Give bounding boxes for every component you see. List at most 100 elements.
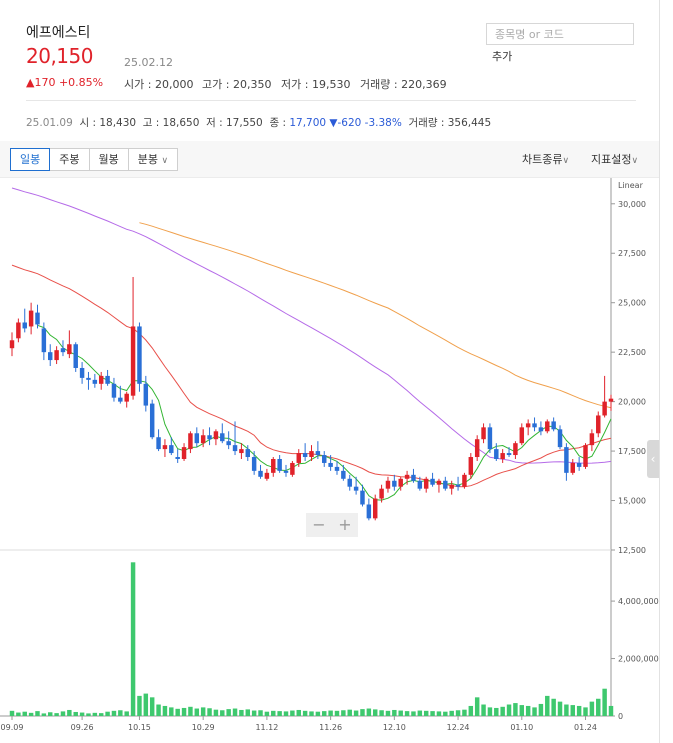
volume-bar [194, 708, 200, 716]
volume-bar [596, 698, 601, 716]
tab-weekly[interactable]: 주봉 [49, 148, 90, 171]
candle-body [589, 433, 595, 446]
high-price: 고가 : 20,350 [202, 78, 272, 91]
candle-body [35, 312, 40, 325]
add-button[interactable]: 추가 [492, 48, 512, 64]
volume-bar [525, 705, 531, 716]
candle-body [200, 435, 206, 444]
volume-bar [226, 709, 231, 716]
candle-body [538, 427, 544, 432]
volume-bar [385, 710, 391, 716]
candle-body [9, 340, 15, 349]
open-price: 시가 : 20,000 [124, 78, 194, 91]
candle-body [239, 449, 244, 454]
tab-minute[interactable]: 분봉 ∨ [127, 148, 179, 171]
x-tick-label: 10.15 [128, 723, 151, 732]
candle-body [232, 445, 238, 452]
candle-body [551, 421, 556, 430]
volume-bar [538, 703, 544, 716]
candle-body [519, 427, 525, 444]
hover-candle-info: 25.01.09 시 : 18,430 고 : 18,650 저 : 17,55… [26, 117, 492, 129]
indicator-menu[interactable]: 지표설정∨ [591, 151, 638, 167]
candle-body [372, 498, 378, 519]
chevron-down-icon: ∨ [562, 156, 570, 166]
volume-bar [576, 705, 582, 716]
candle-body [341, 470, 346, 479]
candle-body [162, 445, 168, 450]
volume-bar [404, 711, 410, 716]
volume-bar [545, 695, 550, 716]
candle-body [532, 423, 537, 428]
volume-bar [16, 712, 21, 716]
volume-bar [462, 709, 467, 716]
trade-volume: 거래량 : 220,369 [360, 78, 447, 91]
candle-body [392, 480, 397, 487]
volume-bar [105, 711, 110, 716]
volume-bar [149, 697, 155, 716]
volume-tick-label: 0 [618, 712, 623, 721]
stock-search-input[interactable] [486, 23, 634, 45]
volume-bar [309, 711, 314, 716]
volume-bar [360, 709, 365, 716]
candle-body [334, 466, 340, 471]
volume-bar [213, 709, 219, 716]
candle-body [79, 367, 85, 378]
volume-bar [207, 708, 212, 716]
price-change: ▲170 +0.85% [26, 76, 104, 89]
volume-bar [200, 707, 206, 716]
volume-tick-label: 4,000,000 [618, 597, 659, 606]
candle-body [602, 401, 607, 416]
candle-body [423, 478, 429, 489]
candle-body [404, 474, 410, 479]
volume-bar [188, 706, 193, 716]
volume-bar [411, 711, 416, 716]
volume-bar [557, 701, 563, 716]
candle-body [48, 352, 53, 361]
candle-body [474, 439, 480, 458]
candle-body [462, 474, 467, 487]
volume-bar [392, 709, 397, 716]
candle-body [251, 457, 257, 471]
tab-monthly[interactable]: 월봉 [88, 148, 129, 171]
candle-body [449, 484, 454, 489]
x-tick-label: 09.09 [1, 723, 24, 732]
chevron-down-icon: ∨ [631, 156, 639, 166]
side-panel-toggle[interactable]: ‹ [647, 440, 659, 478]
volume-bar [564, 704, 569, 716]
candle-body [73, 344, 78, 368]
volume-bar [417, 710, 423, 716]
x-tick-label: 11.12 [255, 723, 278, 732]
zoom-in-button[interactable]: + [332, 513, 358, 537]
candle-body [513, 443, 518, 456]
candle-body [468, 457, 474, 475]
tab-daily[interactable]: 일봉 [10, 148, 51, 171]
candle-body [290, 462, 295, 475]
volume-bar [124, 711, 129, 716]
price-tick-label: 25,000 [618, 299, 646, 308]
zoom-controls: − + [306, 513, 358, 537]
candle-body [494, 449, 499, 459]
volume-bar [494, 707, 499, 716]
volume-bar [22, 711, 27, 716]
ma60-line [11, 187, 612, 464]
volume-bar [258, 710, 263, 716]
volume-bar [296, 709, 301, 716]
price-tick-label: 27,500 [618, 249, 646, 258]
candle-body [226, 441, 231, 446]
chart-type-menu[interactable]: 차트종류∨ [522, 151, 569, 167]
volume-bar [98, 713, 104, 716]
zoom-out-button[interactable]: − [306, 513, 332, 537]
price-chart[interactable]: Linear 30,000 27,500 25,000 22,500 20,000 17,5… [0, 178, 659, 738]
price-tick-label: 20,000 [618, 398, 646, 407]
volume-bar [532, 707, 537, 716]
x-tick-label: 12.10 [383, 723, 406, 732]
volume-bar [302, 710, 308, 716]
volume-bar [277, 711, 282, 716]
candle-body [302, 453, 308, 458]
volume-bar [271, 710, 276, 716]
volume-bar [9, 710, 15, 716]
volume-bar [468, 705, 474, 716]
volume-bar [347, 709, 352, 716]
candle-body [111, 383, 117, 398]
candle-body [360, 490, 365, 505]
